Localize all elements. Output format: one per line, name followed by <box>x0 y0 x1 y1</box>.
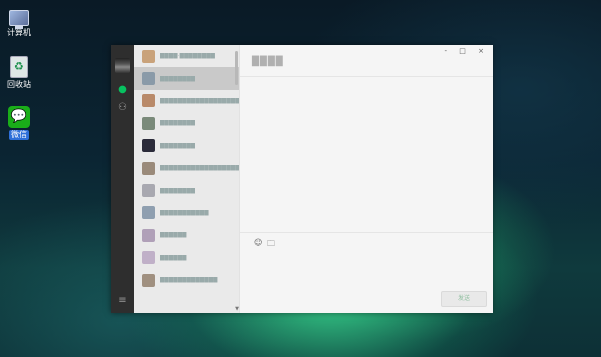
chat-list-item[interactable]: ██████ <box>134 224 239 246</box>
chat-name: █████████████ <box>160 277 218 284</box>
avatar <box>142 184 155 198</box>
desktop-icon-label: 回收站 <box>7 80 31 89</box>
avatar <box>142 251 155 265</box>
avatar <box>142 139 155 153</box>
avatar <box>142 49 155 63</box>
chat-name: ████████ <box>160 75 196 82</box>
desktop-icon-wechat[interactable]: 💬 微信 <box>4 106 34 140</box>
chat-list-item[interactable]: ████·████████ <box>134 45 239 67</box>
folder-icon[interactable]: 🗀 <box>267 238 275 252</box>
avatar <box>142 161 155 175</box>
wechat-window: ● ⚇ ≡ ████·████████ ████████ █████████████… <box>111 45 493 313</box>
chat-list-scrollbar[interactable] <box>235 51 238 85</box>
chat-name: ████████ <box>160 142 196 149</box>
nav-sidebar: ● ⚇ ≡ <box>111 45 134 313</box>
wechat-icon: 💬 <box>8 106 30 128</box>
conversation-title: ████ <box>252 57 284 67</box>
avatar <box>142 94 155 108</box>
avatar <box>142 206 155 220</box>
chat-list-item[interactable]: ████████ <box>134 112 239 134</box>
chat-name: ████·████████ <box>160 53 216 60</box>
chat-icon[interactable]: ● <box>116 83 129 96</box>
chat-name: ██████ <box>160 254 187 261</box>
chat-name: ████████ <box>160 187 196 194</box>
send-button[interactable]: 发送 <box>441 291 487 307</box>
chat-list: ████·████████ ████████ ███████████████████… <box>134 45 239 313</box>
divider <box>240 76 493 77</box>
chat-name: ███████████ <box>160 209 209 216</box>
desktop-icon-label: 计算机 <box>7 28 31 37</box>
avatar <box>142 116 155 130</box>
emoji-icon[interactable]: ☺ <box>254 238 262 247</box>
chat-list-item[interactable]: ████████ <box>134 179 239 201</box>
chat-list-item[interactable]: ██████████████████ <box>134 157 239 179</box>
conversation-pane: - □ × ████ ☺ 🗀 发送 <box>239 45 493 313</box>
desktop-icon-recycle-bin[interactable]: 回收站 <box>4 56 34 90</box>
chat-list-item[interactable]: ███████████ <box>134 202 239 224</box>
chat-list-item[interactable]: ███████████████████ <box>134 90 239 112</box>
contacts-icon[interactable]: ⚇ <box>116 101 129 114</box>
chat-list-item[interactable]: ████████ <box>134 135 239 157</box>
chat-name: ████████ <box>160 120 196 127</box>
window-controls[interactable]: - □ × <box>445 47 489 55</box>
chat-name: ██████████████████ <box>160 165 239 172</box>
chat-list-item[interactable]: ██████ <box>134 247 239 269</box>
desktop-icon-computer[interactable]: 计算机 <box>4 6 34 38</box>
avatar[interactable] <box>115 58 130 73</box>
avatar <box>142 273 155 287</box>
chat-list-item[interactable]: ████████ <box>134 67 239 90</box>
avatar <box>142 72 155 86</box>
chat-name: ██████ <box>160 232 187 239</box>
recycle-bin-icon <box>10 56 28 78</box>
desktop-icon-label: 微信 <box>9 130 29 140</box>
chat-list-item[interactable]: █████████████ <box>134 269 239 291</box>
menu-icon[interactable]: ≡ <box>116 294 129 307</box>
avatar <box>142 228 155 242</box>
chat-name: ███████████████████ <box>160 97 239 104</box>
divider <box>240 232 493 233</box>
computer-icon <box>9 10 29 29</box>
